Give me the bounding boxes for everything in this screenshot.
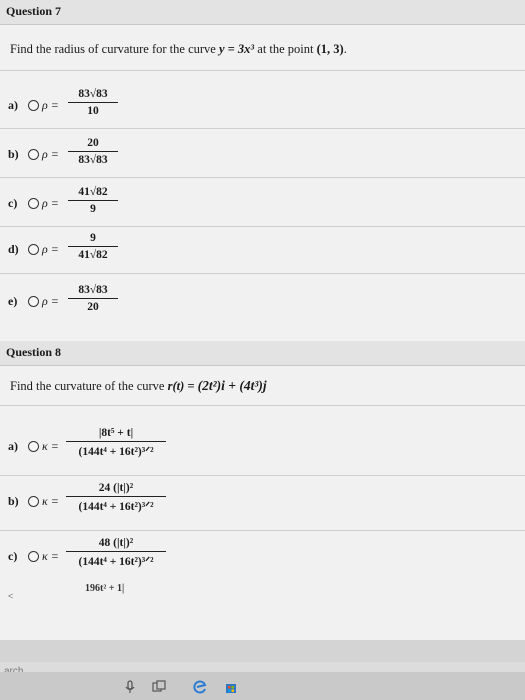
divider bbox=[0, 70, 525, 71]
divider bbox=[0, 177, 525, 178]
microphone-icon[interactable] bbox=[123, 680, 137, 694]
fraction-bar bbox=[68, 246, 118, 247]
q8-option-b-fraction: 24 (|t|)² (144t⁴ + 16t²)³ᐟ² bbox=[66, 482, 166, 513]
divider bbox=[0, 405, 525, 406]
fraction-bar bbox=[66, 496, 166, 497]
option-letter: d) bbox=[8, 242, 19, 256]
q8-option-a-radio[interactable] bbox=[28, 441, 39, 452]
option-letter: a) bbox=[8, 439, 18, 453]
question-7-point: (1, 3) bbox=[316, 42, 344, 56]
question-7-prompt: Find the radius of curvature for the cur… bbox=[10, 42, 347, 57]
question-8-header: Question 8 bbox=[0, 341, 525, 366]
fraction-numerator: 83√83 bbox=[78, 284, 108, 296]
q7-option-a-radio[interactable] bbox=[28, 100, 39, 111]
fraction-numerator: |8t⁵ + t| bbox=[98, 427, 134, 439]
q7-option-c-fraction: 41√82 9 bbox=[68, 186, 118, 215]
divider bbox=[0, 128, 525, 129]
taskbar bbox=[0, 672, 525, 700]
q7-option-b-radio[interactable] bbox=[28, 149, 39, 160]
fraction-denominator: (144t⁴ + 16t²)³ᐟ² bbox=[78, 446, 154, 458]
question-8-curve-rhs: (2t²)i + (4t³)j bbox=[197, 378, 267, 393]
q7-option-d-fraction: 9 41√82 bbox=[68, 232, 118, 261]
page-footer bbox=[0, 640, 525, 662]
divider bbox=[0, 475, 525, 476]
fraction-bar bbox=[68, 102, 118, 103]
fraction-numerator: 83√83 bbox=[78, 88, 108, 100]
fraction-denominator: 83√83 bbox=[78, 154, 108, 166]
divider bbox=[0, 530, 525, 531]
fraction-denominator: 41√82 bbox=[78, 249, 108, 261]
fraction-numerator: 9 bbox=[90, 232, 96, 244]
option-symbol: ρ = bbox=[42, 196, 59, 210]
q8-option-a-fraction: |8t⁵ + t| (144t⁴ + 16t²)³ᐟ² bbox=[66, 427, 166, 458]
fraction-bar bbox=[68, 151, 118, 152]
fraction-bar bbox=[68, 200, 118, 201]
option-symbol: κ = bbox=[42, 439, 59, 453]
option-symbol: κ = bbox=[42, 494, 59, 508]
fraction-numerator: 48 (|t|)² bbox=[98, 537, 134, 549]
option-letter: c) bbox=[8, 196, 18, 210]
option-letter: e) bbox=[8, 294, 18, 308]
fraction-denominator: 20 bbox=[87, 301, 99, 313]
option-symbol: κ = bbox=[42, 549, 59, 563]
question-7-header: Question 7 bbox=[0, 0, 525, 25]
fraction-numerator: 24 (|t|)² bbox=[98, 482, 134, 494]
question-8-prompt-text: Find the curvature of the curve bbox=[10, 379, 168, 393]
edge-browser-icon[interactable] bbox=[193, 680, 207, 694]
fraction-denominator: (144t⁴ + 16t²)³ᐟ² bbox=[78, 501, 154, 513]
option-symbol: ρ = bbox=[42, 294, 59, 308]
question-8-curve-lhs: r(t) = bbox=[167, 379, 195, 393]
fraction-bar bbox=[66, 441, 166, 442]
q8-partial-next-option: 196t² + 1| bbox=[85, 583, 125, 594]
question-7-prompt-text: Find the radius of curvature for the cur… bbox=[10, 42, 219, 56]
question-7-prompt-mid: at the point bbox=[254, 42, 317, 56]
q7-option-b-fraction: 20 83√83 bbox=[68, 137, 118, 166]
question-7-curve: y = 3x³ bbox=[218, 42, 255, 56]
option-letter: c) bbox=[8, 549, 18, 563]
fraction-denominator: 10 bbox=[87, 105, 99, 117]
q8-option-b-radio[interactable] bbox=[28, 496, 39, 507]
task-view-icon[interactable] bbox=[152, 680, 166, 694]
option-letter: a) bbox=[8, 98, 18, 112]
quiz-page: Question 7 Find the radius of curvature … bbox=[0, 0, 525, 640]
q7-option-e-fraction: 83√83 20 bbox=[68, 284, 118, 313]
option-symbol: ρ = bbox=[42, 98, 59, 112]
option-symbol: ρ = bbox=[42, 242, 59, 256]
scroll-left-icon[interactable]: < bbox=[8, 591, 13, 601]
q7-option-a-fraction: 83√83 10 bbox=[68, 88, 118, 117]
fraction-denominator: (144t⁴ + 16t²)³ᐟ² bbox=[78, 556, 154, 568]
question-7-prompt-end: . bbox=[343, 42, 347, 56]
q8-option-c-fraction: 48 (|t|)² (144t⁴ + 16t²)³ᐟ² bbox=[66, 537, 166, 568]
fraction-denominator: 9 bbox=[90, 203, 96, 215]
fraction-numerator: 20 bbox=[87, 137, 99, 149]
windows-store-icon[interactable] bbox=[224, 680, 238, 694]
option-letter: b) bbox=[8, 147, 19, 161]
q7-option-e-radio[interactable] bbox=[28, 296, 39, 307]
question-8-prompt: Find the curvature of the curve r(t) = (… bbox=[10, 378, 267, 394]
option-letter: b) bbox=[8, 494, 19, 508]
q7-option-d-radio[interactable] bbox=[28, 244, 39, 255]
option-symbol: ρ = bbox=[42, 147, 59, 161]
question-8-title: Question 8 bbox=[6, 345, 62, 359]
q8-option-c-radio[interactable] bbox=[28, 551, 39, 562]
fraction-bar bbox=[68, 298, 118, 299]
divider bbox=[0, 226, 525, 227]
divider bbox=[0, 273, 525, 274]
question-7-title: Question 7 bbox=[6, 4, 62, 18]
fraction-numerator: 41√82 bbox=[78, 186, 108, 198]
fraction-bar bbox=[66, 551, 166, 552]
q7-option-c-radio[interactable] bbox=[28, 198, 39, 209]
